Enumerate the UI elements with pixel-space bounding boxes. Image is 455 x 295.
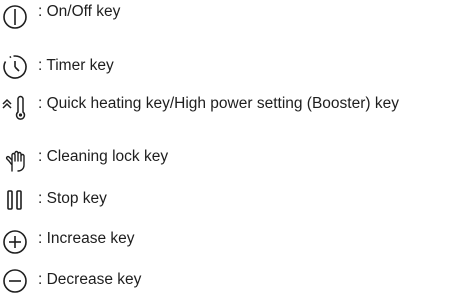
legend-label-on-off: : On/Off key bbox=[38, 3, 121, 20]
plus-icon bbox=[2, 228, 32, 256]
power-icon bbox=[2, 3, 32, 31]
legend-row-stop: : Stop key bbox=[0, 184, 455, 214]
minus-icon bbox=[2, 267, 32, 295]
legend-row-timer: : Timer key bbox=[0, 50, 455, 80]
legend-label-timer: : Timer key bbox=[38, 57, 114, 74]
legend-row-on-off: : On/Off key bbox=[0, 0, 455, 30]
legend-row-decrease: : Decrease key bbox=[0, 262, 455, 295]
legend-label-decrease: : Decrease key bbox=[38, 271, 142, 288]
legend-label-stop: : Stop key bbox=[38, 190, 107, 207]
pause-icon bbox=[2, 187, 32, 215]
legend-row-booster: : Quick heating key/High power setting (… bbox=[0, 90, 455, 138]
legend-label-increase: : Increase key bbox=[38, 230, 135, 247]
hand-icon bbox=[2, 146, 32, 174]
legend-row-cleaning-lock: : Cleaning lock key bbox=[0, 144, 455, 174]
timer-icon bbox=[2, 53, 32, 81]
legend-label-booster: : Quick heating key/High power setting (… bbox=[38, 95, 399, 112]
booster-icon bbox=[2, 94, 32, 122]
legend-row-increase: : Increase key bbox=[0, 225, 455, 255]
legend-label-cleaning-lock: : Cleaning lock key bbox=[38, 148, 169, 165]
key-legend: : On/Off key : Timer key : Quick heating… bbox=[0, 0, 455, 295]
